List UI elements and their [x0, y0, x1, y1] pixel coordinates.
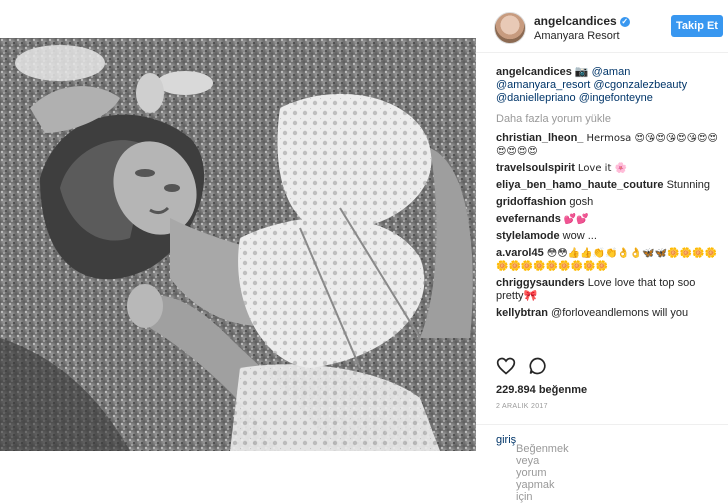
post-photo[interactable]: [0, 38, 476, 451]
load-more-comments-link[interactable]: Daha fazla yorum yükle: [496, 113, 724, 126]
comment-username[interactable]: gridoffashion: [496, 196, 566, 208]
avatar[interactable]: [494, 12, 526, 44]
heart-icon[interactable]: [496, 356, 516, 376]
username-text[interactable]: angelcandices: [534, 14, 617, 28]
comment-text: Stunning: [666, 179, 711, 191]
comment-username[interactable]: a.varol45: [496, 247, 544, 259]
post-actions: [496, 356, 724, 380]
comment-username[interactable]: chriggysaunders: [496, 277, 585, 289]
comment-item: christian_lheon_ Hermosa 😍😘😍😘😍😘😍😍😍😍😍😍: [496, 132, 724, 158]
comment-item: stylelamode wow ...: [496, 230, 724, 243]
comment-text: Love it 🌸: [577, 163, 628, 174]
comment-text: 💕💕: [563, 214, 589, 225]
caption-username[interactable]: angelcandices: [496, 66, 572, 78]
post-location[interactable]: Amanyara Resort: [534, 30, 620, 42]
comment-username[interactable]: eliya_ben_hamo_haute_couture: [496, 179, 664, 191]
comment-username[interactable]: stylelamode: [496, 230, 560, 242]
follow-button[interactable]: Takip Et: [671, 15, 723, 37]
footer-text: Beğenmek veya yorum yapmak için giriş: [496, 434, 569, 503]
comment-item: gridoffashion gosh: [496, 196, 724, 209]
comment-username[interactable]: travelsoulspirit: [496, 162, 575, 174]
comment-username[interactable]: christian_lheon_: [496, 132, 583, 144]
footer-prompt: Beğenmek veya yorum yapmak için: [516, 443, 569, 503]
post-username[interactable]: angelcandices ✓: [534, 14, 630, 28]
comment-text: gosh: [569, 196, 594, 208]
comment-icon[interactable]: [528, 356, 548, 376]
comment-text: @forloveandlemons will you: [551, 307, 689, 319]
comment-item: a.varol45 😳😳👍👍👏👏👌👌🦋🦋🌼🌼🌼🌼🌼🌼🌼🌼🌼🌼🌼🌼🌼: [496, 247, 724, 273]
post-header: angelcandices ✓ Amanyara Resort Takip Et: [476, 0, 728, 53]
comment-item: travelsoulspirit Love it 🌸: [496, 162, 724, 175]
comment-username[interactable]: evefernands: [496, 213, 561, 225]
post-sidebar: angelcandices ✓ Amanyara Resort Takip Et …: [476, 0, 728, 503]
comment-item: chriggysaunders Love love that top soo p…: [496, 277, 724, 303]
comment-item: kellybtran @forloveandlemons will you: [496, 307, 724, 320]
comments-list: angelcandices 📷 @aman @amanyara_resort @…: [496, 66, 724, 324]
comment-item: eliya_ben_hamo_haute_couture Stunning: [496, 179, 724, 192]
likes-text[interactable]: 229.894 beğenme: [496, 384, 587, 396]
post-date[interactable]: 2 ARALIK 2017: [496, 403, 548, 410]
likes-count[interactable]: 229.894 beğenme: [496, 384, 587, 396]
comment-item: evefernands 💕💕: [496, 213, 724, 226]
post-caption: angelcandices 📷 @aman @amanyara_resort @…: [496, 66, 724, 105]
verified-icon: ✓: [619, 17, 630, 27]
comment-text: wow ...: [562, 230, 597, 242]
login-footer: Beğenmek veya yorum yapmak için giriş: [476, 424, 728, 503]
login-link[interactable]: giriş: [496, 434, 516, 446]
comment-username[interactable]: kellybtran: [496, 307, 548, 319]
